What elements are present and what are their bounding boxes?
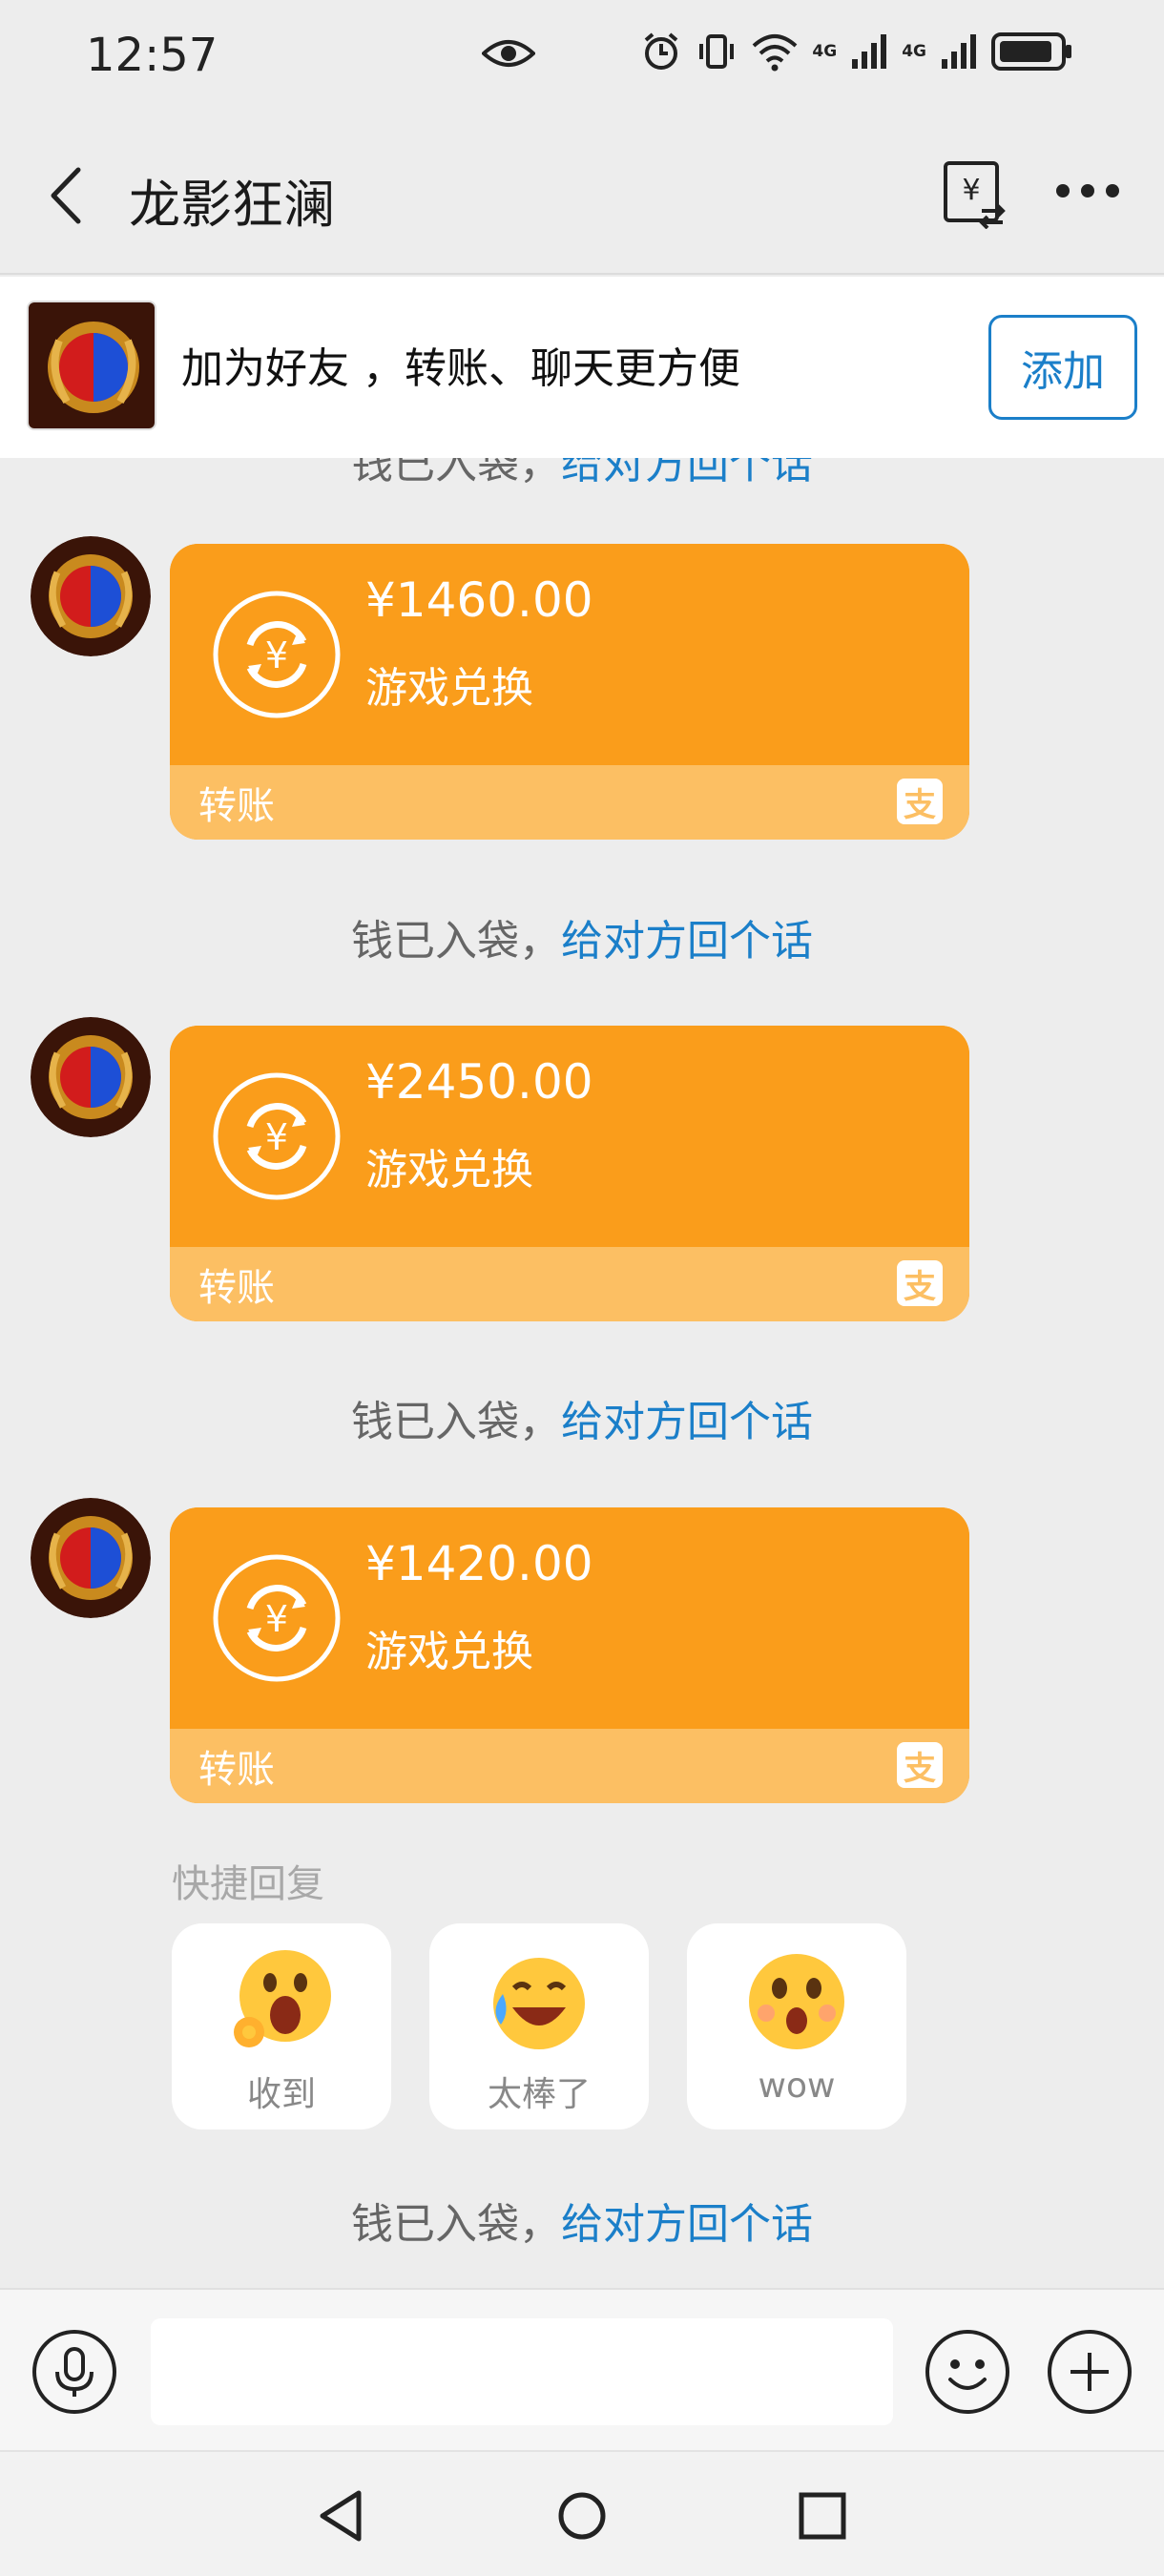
currency-exchange-icon: ¥ <box>213 1554 341 1682</box>
signal-icon-2 <box>942 34 976 69</box>
notice-text: 钱已入袋， <box>351 917 561 966</box>
contact-avatar[interactable] <box>27 301 156 430</box>
status-time: 12:57 <box>86 29 218 82</box>
status-icons: 4G 4G <box>640 31 1073 73</box>
transfer-card[interactable]: ¥ ¥2450.00 游戏兑换 转账 支 <box>170 1026 969 1321</box>
quick-reply-title: 快捷回复 <box>172 1862 324 1906</box>
chat-title: 龙影狂澜 <box>129 175 335 235</box>
received-notice: 钱已入袋，给对方回个话 <box>0 1387 1164 1448</box>
transfer-amount: ¥1420.00 <box>365 1536 593 1591</box>
emoji-icon[interactable] <box>924 2328 1011 2416</box>
alarm-icon <box>645 32 678 70</box>
nav-recent-apps-icon[interactable] <box>794 2485 851 2546</box>
transfer-note: 游戏兑换 <box>365 664 533 713</box>
quick-reply-received[interactable]: 收到 <box>172 1923 391 2129</box>
plus-icon[interactable] <box>1046 2328 1133 2416</box>
wifi-icon <box>753 34 798 72</box>
system-nav-bar <box>0 2450 1164 2576</box>
network-type-label: 4G <box>812 41 838 61</box>
nav-home-icon[interactable] <box>553 2485 611 2546</box>
more-options-icon[interactable] <box>1050 167 1126 215</box>
transfer-icon[interactable]: ¥ <box>940 157 1007 229</box>
transfer-amount: ¥1460.00 <box>365 572 593 628</box>
alipay-icon: 支 <box>897 779 943 824</box>
reply-link[interactable]: 给对方回个话 <box>561 2200 813 2249</box>
battery-icon <box>991 32 1071 71</box>
game-logo-icon <box>31 1017 151 1137</box>
surprised-emoji-icon <box>749 1954 844 2049</box>
quick-reply-label: 太棒了 <box>487 2075 591 2114</box>
game-logo-icon <box>31 1498 151 1618</box>
received-notice: 钱已入袋，给对方回个话 <box>0 458 1164 490</box>
back-arrow-icon[interactable] <box>38 162 95 229</box>
microphone-icon[interactable] <box>31 2328 118 2416</box>
reply-link[interactable]: 给对方回个话 <box>561 917 813 966</box>
sender-avatar[interactable] <box>31 1498 151 1618</box>
quick-reply-great[interactable]: 太棒了 <box>429 1923 649 2129</box>
received-notice: 钱已入袋，给对方回个话 <box>0 906 1164 967</box>
add-friend-prompt: 加为好友 ，转账、聊天更方便 <box>181 344 740 393</box>
notice-text: 钱已入袋， <box>351 1398 561 1446</box>
svg-text:¥: ¥ <box>265 1116 288 1158</box>
network-type-label-2: 4G <box>902 41 926 61</box>
notice-text: 钱已入袋， <box>351 458 561 488</box>
svg-text:¥: ¥ <box>265 634 288 676</box>
signal-icon <box>852 34 887 69</box>
quick-reply-label: 收到 <box>246 2075 316 2114</box>
status-bar: 12:57 4G 4G <box>0 0 1164 114</box>
svg-text:¥: ¥ <box>265 1598 288 1640</box>
received-notice: 钱已入袋，给对方回个话 <box>0 2190 1164 2251</box>
quick-reply-label: wow <box>758 2067 836 2106</box>
transfer-card[interactable]: ¥ ¥1420.00 游戏兑换 转账 支 <box>170 1507 969 1803</box>
chat-messages[interactable]: 钱已入袋，给对方回个话 ¥ ¥1460.00 游戏兑换 转账 支 钱已入袋，给对… <box>0 458 1164 2288</box>
currency-exchange-icon: ¥ <box>213 1072 341 1200</box>
message-input[interactable] <box>151 2318 893 2425</box>
alipay-icon: 支 <box>897 1742 943 1788</box>
transfer-label: 转账 <box>198 1266 275 1310</box>
vibrate-icon <box>699 34 735 69</box>
nav-back-icon[interactable] <box>313 2485 370 2546</box>
notice-text: 钱已入袋， <box>351 2200 561 2249</box>
transfer-label: 转账 <box>198 1748 275 1792</box>
transfer-card[interactable]: ¥ ¥1460.00 游戏兑换 转账 支 <box>170 544 969 840</box>
transfer-label: 转账 <box>198 784 275 828</box>
svg-text:¥: ¥ <box>962 174 980 207</box>
sender-avatar[interactable] <box>31 536 151 656</box>
add-friend-banner: 加为好友 ，转账、聊天更方便 添加 <box>0 277 1164 458</box>
transfer-note: 游戏兑换 <box>365 1628 533 1676</box>
alipay-icon: 支 <box>897 1260 943 1306</box>
chat-header: 龙影狂澜 ¥ <box>0 114 1164 275</box>
reply-link[interactable]: 给对方回个话 <box>561 458 813 488</box>
sender-avatar[interactable] <box>31 1017 151 1137</box>
transfer-amount: ¥2450.00 <box>365 1054 593 1110</box>
ok-hand-emoji-icon <box>234 1950 331 2047</box>
reply-link[interactable]: 给对方回个话 <box>561 1398 813 1446</box>
laugh-cry-emoji-icon <box>493 1958 585 2049</box>
add-friend-button[interactable]: 添加 <box>988 315 1137 420</box>
transfer-note: 游戏兑换 <box>365 1146 533 1195</box>
message-input-bar <box>0 2288 1164 2450</box>
quick-reply-wow[interactable]: wow <box>687 1923 906 2129</box>
currency-exchange-icon: ¥ <box>213 591 341 718</box>
eye-icon <box>482 40 535 67</box>
game-logo-icon <box>29 302 155 428</box>
game-logo-icon <box>31 536 151 656</box>
